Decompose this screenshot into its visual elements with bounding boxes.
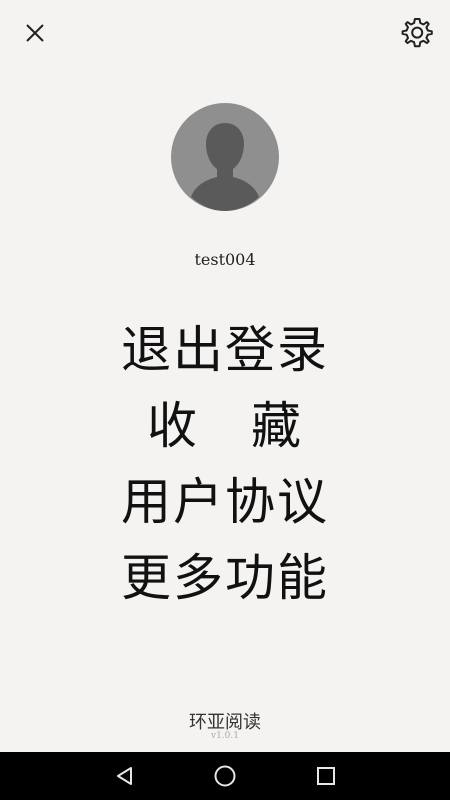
favorites-button[interactable]: 收 藏: [147, 388, 303, 464]
logout-button[interactable]: 退出登录: [121, 312, 329, 388]
default-avatar-icon: [191, 123, 259, 211]
recents-button[interactable]: [296, 752, 356, 800]
back-triangle-icon: [117, 767, 132, 785]
profile-screen: test004 退出登录 收 藏 用户协议 更多功能 环亚阅读 v1.0.1: [0, 0, 450, 752]
gear-icon: [401, 18, 433, 48]
home-circle-icon: [214, 765, 236, 787]
app-version: v1.0.1: [211, 731, 239, 741]
close-button[interactable]: [20, 18, 50, 48]
back-button[interactable]: [95, 752, 155, 800]
more-features-button[interactable]: 更多功能: [121, 540, 329, 616]
home-button[interactable]: [195, 752, 255, 800]
user-agreement-button[interactable]: 用户协议: [121, 464, 329, 540]
username: test004: [194, 250, 256, 269]
menu-list: 退出登录 收 藏 用户协议 更多功能: [0, 312, 450, 616]
system-nav-bar: [0, 752, 450, 800]
close-icon: [26, 24, 44, 42]
recents-square-icon: [317, 767, 335, 785]
avatar[interactable]: [171, 103, 279, 211]
settings-button[interactable]: [398, 14, 436, 52]
